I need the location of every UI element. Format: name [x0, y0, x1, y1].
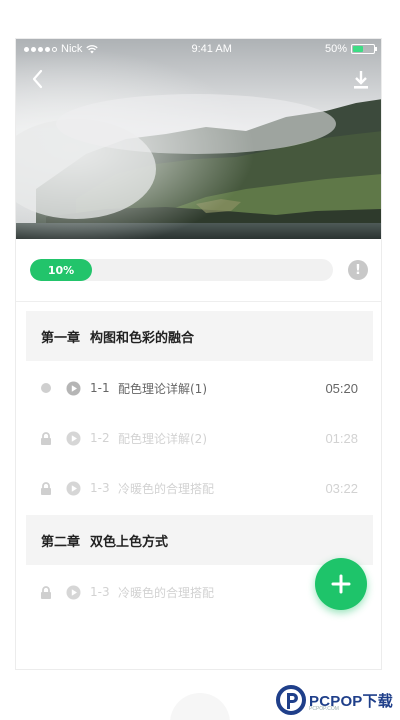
- page-shadow: [170, 693, 230, 720]
- back-button[interactable]: [28, 67, 48, 91]
- lesson-title: 冷暖色的合理搭配: [118, 481, 215, 496]
- progress-label: 10%: [47, 263, 75, 277]
- clock: 9:41 AM: [191, 43, 232, 55]
- play-icon: [66, 481, 81, 495]
- course-cover-image: Nick 9:41 AM 50%: [16, 39, 381, 239]
- wifi-icon: [86, 44, 99, 53]
- signal-icon: [24, 46, 57, 52]
- current-dot-icon: [40, 382, 52, 394]
- lesson-number: 1-3: [90, 585, 110, 599]
- battery-group: 50%: [324, 43, 377, 55]
- lesson-item[interactable]: 1-3 冷暖色的合理搭配 03:22: [26, 463, 373, 513]
- lock-icon: [40, 431, 52, 445]
- play-icon: [66, 585, 81, 599]
- watermark-sub: PCPOP.COM: [309, 706, 339, 712]
- chapter-number: 第一章: [41, 330, 81, 346]
- add-button[interactable]: [315, 558, 367, 610]
- progress-bar: 10%: [30, 259, 333, 281]
- battery-percent: 50%: [324, 43, 347, 55]
- app-screen: Nick 9:41 AM 50% 10% ! 第一章 构图和色彩的融合 1-1 …: [15, 38, 382, 670]
- play-icon: [66, 431, 81, 445]
- chapter-header-1[interactable]: 第一章 构图和色彩的融合: [26, 311, 373, 361]
- lesson-item[interactable]: 1-1 配色理论详解(1) 05:20: [26, 363, 373, 413]
- lesson-duration: 05:20: [325, 380, 358, 396]
- divider: [16, 301, 381, 302]
- chapter-title: 构图和色彩的融合: [90, 330, 195, 346]
- lock-icon: [40, 481, 52, 495]
- mountain-lake-photo: [16, 39, 381, 239]
- progress-fill: 10%: [30, 259, 92, 281]
- lesson-number: 1-1: [90, 381, 110, 395]
- lesson-number: 1-2: [90, 431, 110, 445]
- course-progress: 10% !: [30, 258, 370, 282]
- carrier-name: Nick: [61, 43, 83, 55]
- lesson-title: 配色理论详解(2): [118, 431, 207, 446]
- battery-level: [353, 46, 363, 52]
- download-button[interactable]: [351, 69, 371, 91]
- lesson-duration: 01:28: [325, 430, 358, 446]
- lesson-item[interactable]: 1-2 配色理论详解(2) 01:28: [26, 413, 373, 463]
- lock-icon: [40, 585, 52, 599]
- chapter-number: 第二章: [41, 534, 81, 550]
- pcpop-logo-icon: [276, 685, 306, 715]
- lesson-number: 1-3: [90, 481, 110, 495]
- chapter-header-2[interactable]: 第二章 双色上色方式: [26, 515, 373, 565]
- lesson-title: 配色理论详解(1): [118, 381, 207, 396]
- carrier-group: Nick: [24, 43, 99, 55]
- play-icon: [66, 381, 81, 395]
- plus-icon: [331, 574, 351, 594]
- chapter-title: 双色上色方式: [90, 534, 169, 550]
- watermark: PCPOP下载 PCPOP.COM: [276, 684, 393, 716]
- exclamation-icon[interactable]: !: [348, 260, 368, 280]
- chevron-left-icon: [32, 69, 43, 89]
- download-icon: [354, 71, 368, 89]
- lesson-duration: 03:22: [325, 480, 358, 496]
- status-bar: Nick 9:41 AM 50%: [16, 39, 381, 59]
- battery-icon: [351, 44, 377, 54]
